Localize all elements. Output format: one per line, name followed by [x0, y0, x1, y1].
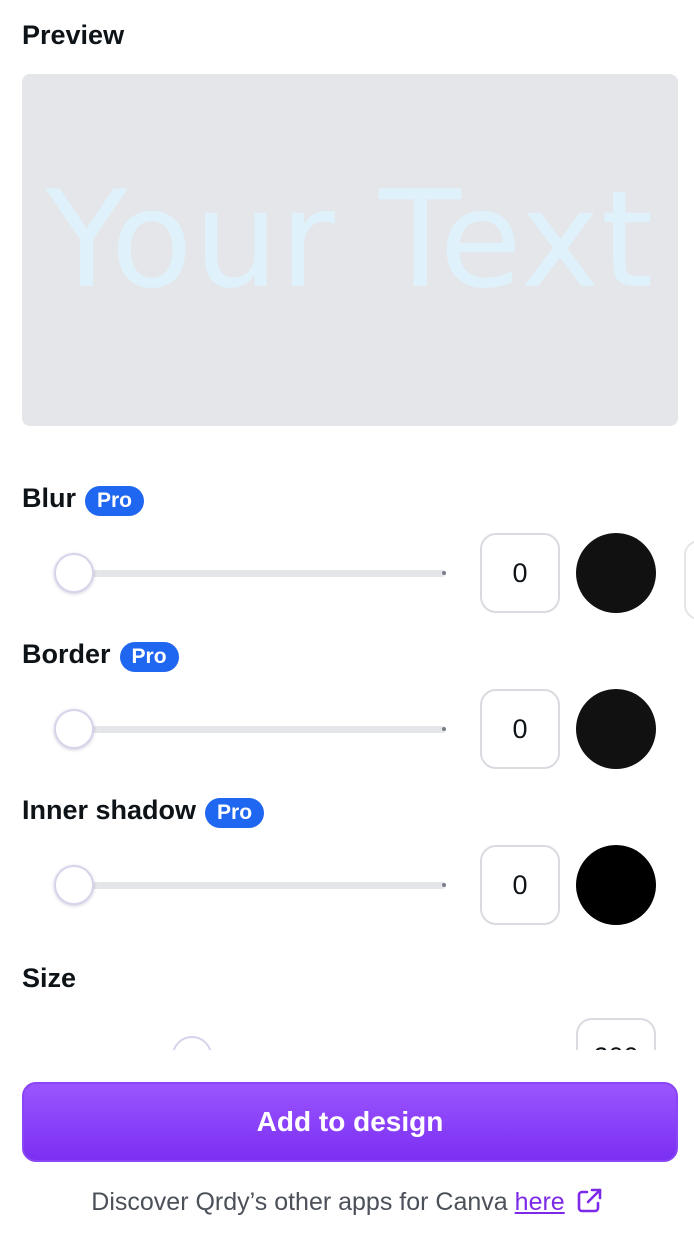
blur-slider-thumb[interactable] — [54, 553, 94, 593]
side-panel-edge — [684, 540, 694, 620]
inner-shadow-slider-thumb[interactable] — [54, 865, 94, 905]
blur-label: Blur — [22, 482, 76, 513]
external-link-icon[interactable] — [575, 1187, 603, 1215]
inner-shadow-color-swatch[interactable] — [576, 845, 656, 925]
inner-shadow-slider-end-dot — [442, 883, 446, 887]
border-pro-badge: Pro — [119, 642, 179, 672]
inner-shadow-slider-track[interactable] — [74, 882, 446, 889]
blur-slider[interactable] — [54, 553, 448, 593]
border-label-row: Border Pro — [22, 636, 179, 672]
blur-slider-track[interactable] — [74, 570, 446, 577]
size-label: Size — [22, 963, 77, 993]
inner-shadow-pro-badge: Pro — [205, 798, 265, 828]
preview-heading: Preview — [22, 20, 125, 50]
preview-sample-text: Your Text — [45, 162, 655, 318]
border-label: Border — [22, 638, 111, 669]
blur-value-input[interactable]: 0 — [480, 533, 560, 613]
footer-here-link[interactable]: here — [515, 1188, 565, 1217]
scroll-clip-area: 200 — [0, 1000, 694, 1050]
size-slider-thumb[interactable] — [172, 1036, 212, 1050]
inner-shadow-label-row: Inner shadow Pro — [22, 792, 265, 828]
blur-color-swatch[interactable] — [576, 533, 656, 613]
size-value-input[interactable]: 200 — [576, 1018, 656, 1050]
add-to-design-button[interactable]: Add to design — [22, 1082, 678, 1162]
footer: Discover Qrdy’s other apps for Canva her… — [0, 1188, 694, 1217]
border-value-input[interactable]: 0 — [480, 689, 560, 769]
border-slider-thumb[interactable] — [54, 709, 94, 749]
inner-shadow-value-input[interactable]: 0 — [480, 845, 560, 925]
preview-canvas: Your Text — [22, 74, 678, 426]
blur-slider-end-dot — [442, 571, 446, 575]
border-slider[interactable] — [54, 709, 448, 749]
border-color-swatch[interactable] — [576, 689, 656, 769]
blur-label-row: Blur Pro — [22, 480, 145, 516]
footer-text: Discover Qrdy’s other apps for Canva — [91, 1188, 508, 1216]
inner-shadow-slider[interactable] — [54, 865, 448, 905]
blur-pro-badge: Pro — [85, 486, 145, 516]
border-slider-track[interactable] — [74, 726, 446, 733]
inner-shadow-label: Inner shadow — [22, 794, 197, 825]
border-slider-end-dot — [442, 727, 446, 731]
